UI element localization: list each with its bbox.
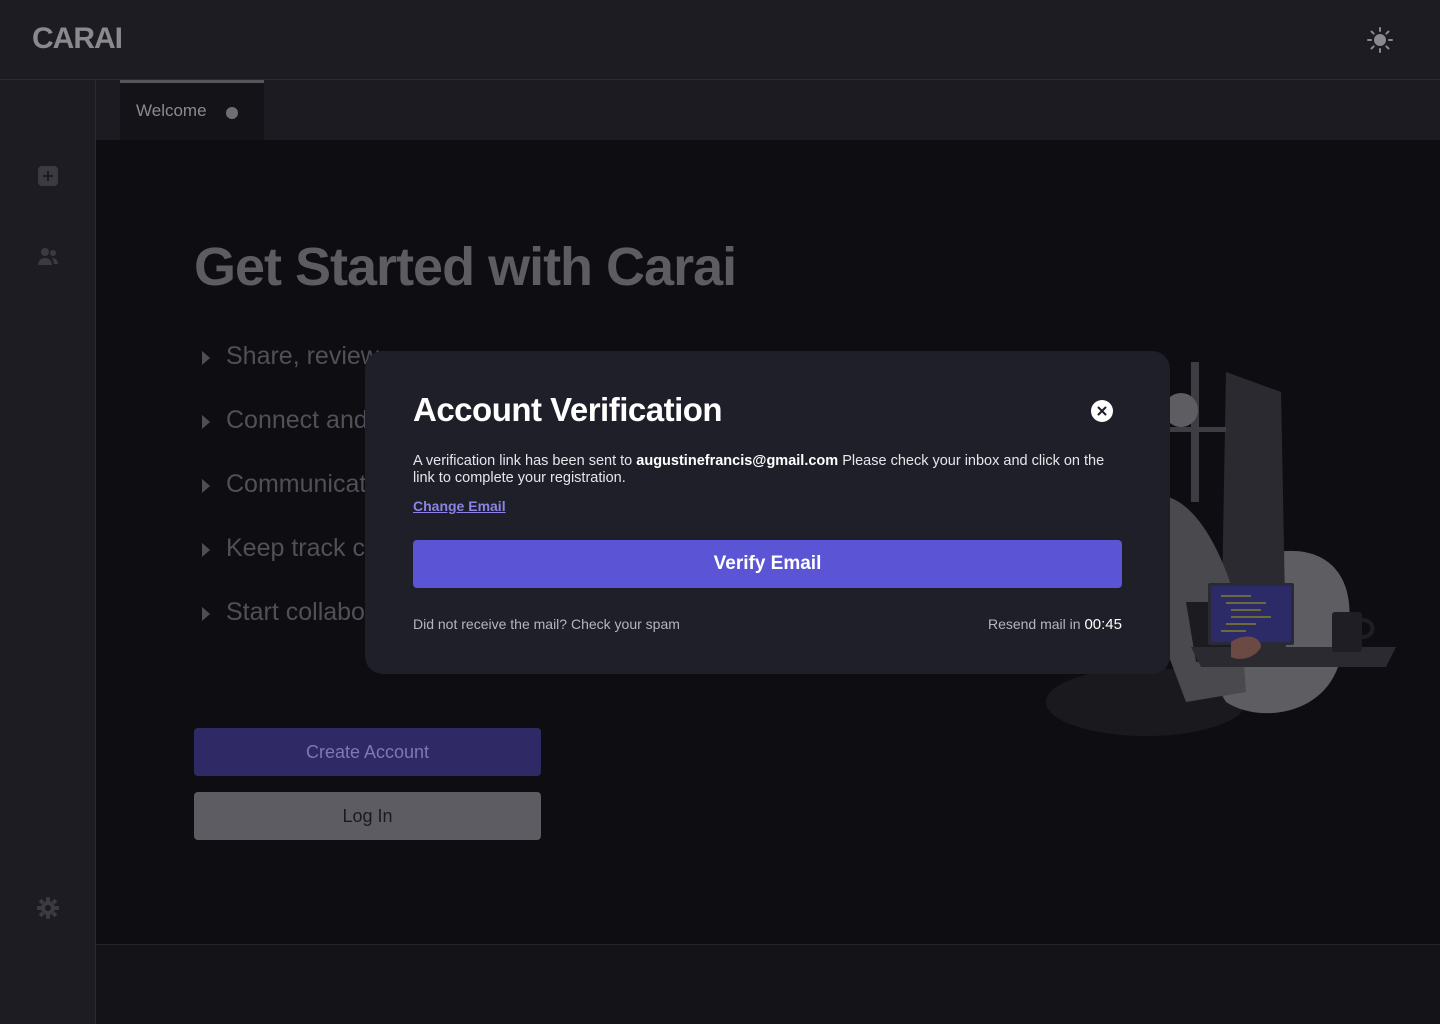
app-logo[interactable]: CARAI bbox=[32, 22, 123, 56]
close-icon[interactable] bbox=[1091, 400, 1113, 422]
users-icon[interactable] bbox=[36, 244, 60, 268]
create-account-button[interactable]: Create Account bbox=[194, 728, 541, 776]
tab-label: Welcome bbox=[136, 101, 207, 120]
sidebar bbox=[0, 80, 96, 1024]
add-square-icon[interactable] bbox=[36, 164, 60, 188]
caret-right-icon bbox=[202, 479, 210, 493]
verification-message: A verification link has been sent to aug… bbox=[413, 453, 1105, 486]
resend-countdown: Resend mail in 00:45 bbox=[987, 616, 1122, 633]
spam-hint: Did not receive the mail? Check your spa… bbox=[413, 616, 680, 632]
footer bbox=[96, 944, 1440, 1024]
account-verification-modal: Account Verification A verification link… bbox=[365, 351, 1170, 674]
tab-unsaved-dot bbox=[226, 107, 238, 119]
modal-title: Account Verification bbox=[413, 391, 723, 428]
verify-email-button[interactable]: Verify Email bbox=[413, 540, 1122, 588]
caret-right-icon bbox=[202, 607, 210, 621]
login-button[interactable]: Log In bbox=[194, 792, 541, 840]
countdown-timer: 00:45 bbox=[1084, 616, 1122, 633]
caret-right-icon bbox=[202, 543, 210, 557]
top-bar: CARAI bbox=[0, 0, 1440, 80]
caret-right-icon bbox=[202, 415, 210, 429]
tab-welcome[interactable]: Welcome bbox=[120, 80, 264, 140]
gear-icon[interactable] bbox=[36, 896, 60, 920]
tab-bar: Welcome bbox=[96, 80, 1440, 140]
email-address: augustinefrancis@gmail.com bbox=[636, 453, 839, 469]
page-title: Get Started with Carai bbox=[194, 237, 737, 297]
sun-icon[interactable] bbox=[1366, 26, 1394, 54]
change-email-link[interactable]: Change Email bbox=[413, 498, 506, 514]
caret-right-icon bbox=[202, 351, 210, 365]
